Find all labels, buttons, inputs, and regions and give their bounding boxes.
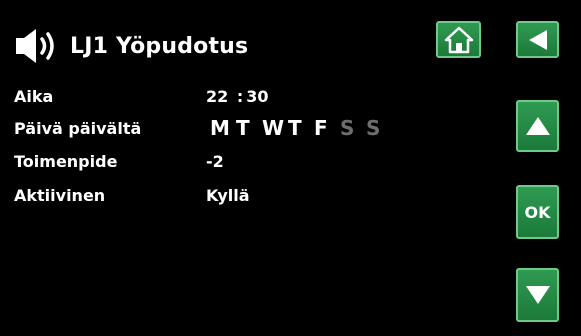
time-value[interactable]: 22 :30 — [206, 87, 269, 106]
home-icon — [444, 26, 474, 54]
time-minutes: 30 — [246, 87, 269, 106]
back-arrow-icon — [526, 28, 550, 52]
down-button[interactable] — [516, 268, 559, 322]
time-hours: 22 — [206, 87, 229, 106]
days-label: Päivä päivältä — [14, 119, 142, 138]
day-friday[interactable]: F — [314, 116, 340, 140]
ok-button-label: OK — [524, 202, 551, 222]
day-monday[interactable]: M — [210, 116, 236, 140]
back-button[interactable] — [516, 21, 559, 58]
action-label: Toimenpide — [14, 152, 118, 171]
day-thursday[interactable]: T — [288, 116, 314, 140]
day-saturday[interactable]: S — [340, 116, 366, 140]
active-label: Aktiivinen — [14, 186, 106, 205]
time-label: Aika — [14, 87, 54, 106]
day-tuesday[interactable]: T — [236, 116, 262, 140]
day-sunday[interactable]: S — [366, 116, 392, 140]
down-arrow-icon — [524, 284, 552, 306]
up-arrow-icon — [524, 115, 552, 137]
home-button[interactable] — [436, 21, 481, 58]
active-value[interactable]: Kyllä — [206, 186, 250, 205]
title-bar: LJ1 Yöpudotus — [14, 24, 248, 68]
action-value[interactable]: -2 — [206, 152, 224, 171]
speaker-icon — [14, 26, 64, 66]
ok-button[interactable]: OK — [516, 185, 559, 239]
page-title: LJ1 Yöpudotus — [70, 33, 249, 59]
display-screen: LJ1 Yöpudotus OK Aika 22: 30 Päivä päiv… — [0, 0, 581, 336]
weekday-selector: M T W T F S S — [210, 116, 392, 140]
up-button[interactable] — [516, 100, 559, 152]
time-separator: : — [236, 87, 244, 106]
day-wednesday[interactable]: W — [262, 116, 288, 140]
